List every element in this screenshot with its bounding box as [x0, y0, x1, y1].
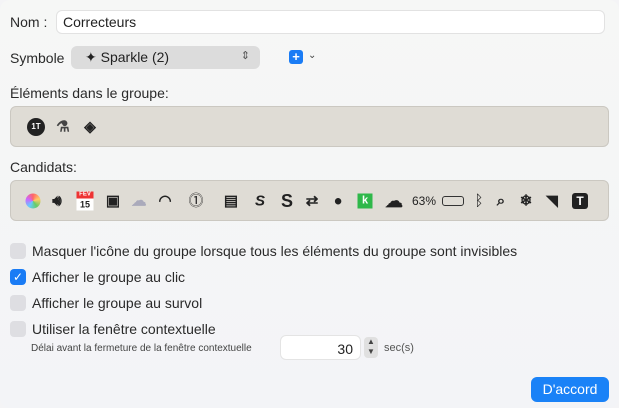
battery-percent[interactable]: 63%	[412, 195, 436, 207]
name-input[interactable]: Correcteurs	[56, 10, 605, 34]
tag-icon[interactable]: ◥	[546, 193, 558, 208]
s-bold-icon[interactable]: S	[281, 192, 293, 210]
cloud-check-icon[interactable]: ☁	[385, 192, 403, 210]
volume-icon[interactable]: 🔊︎	[52, 193, 61, 208]
wifi-icon[interactable]: ◠	[158, 193, 171, 208]
delay-unit: sec(s)	[384, 342, 414, 354]
info-pill-icon[interactable]: ⓵	[188, 193, 203, 208]
delay-stepper[interactable]: ▲ ▼	[364, 337, 378, 358]
battery-icon[interactable]	[442, 195, 464, 206]
option-label: Masquer l'icône du groupe lorsque tous l…	[32, 243, 518, 259]
1t-circle-icon[interactable]: 1T	[27, 117, 45, 136]
plus-square-icon[interactable]: +	[289, 50, 303, 64]
group-items-box[interactable]: 1T ⚗ ◈	[10, 106, 609, 147]
option-label: Afficher le groupe au survol	[32, 295, 203, 311]
menu-icon[interactable]: ▤	[224, 193, 238, 208]
calendar-icon[interactable]: FÉV 15	[76, 191, 94, 210]
option-label: Afficher le groupe au clic	[32, 269, 186, 285]
calendar-month: FÉV	[76, 191, 94, 198]
k-icon[interactable]: k	[357, 193, 373, 208]
delay-label: Délai avant la fermeture de la fenêtre c…	[31, 343, 252, 354]
bluetooth-icon[interactable]: ᛒ	[474, 193, 483, 208]
option-checkbox-use-popup[interactable]	[10, 321, 26, 337]
option-checkbox-show-on-hover[interactable]	[10, 295, 26, 311]
candidates-box[interactable]: 🔊︎ FÉV 15 ▣ ☁ ◠ ⓵ ▤ S S ⇄ ● k ☁ 63% ᛒ ⌕ …	[10, 180, 609, 221]
symbol-label: Symbole	[10, 50, 65, 66]
sparkle-icon: ✦	[85, 49, 97, 65]
colorsync-icon[interactable]	[25, 193, 41, 208]
option-checkbox-hide-icon[interactable]	[10, 243, 26, 259]
name-label: Nom :	[10, 14, 48, 30]
delay-input[interactable]: 30	[280, 335, 361, 360]
symbol-popup[interactable]: ✦ Sparkle (2) ⇕	[71, 46, 260, 69]
snowflake-icon[interactable]: ❄	[520, 193, 533, 208]
s-slanted-icon[interactable]: S	[255, 193, 265, 208]
symbol-value: Sparkle (2)	[100, 49, 170, 65]
option-checkbox-show-on-click[interactable]: ✓	[10, 269, 26, 285]
group-label: Éléments dans le groupe:	[10, 85, 169, 101]
leaf-icon[interactable]: ●	[333, 193, 342, 208]
contact-card-icon[interactable]: ▣	[106, 193, 120, 208]
t-square-icon[interactable]: T	[572, 192, 588, 209]
candidates-label: Candidats:	[10, 159, 77, 175]
rain-cloud-icon[interactable]: ☁	[132, 193, 147, 208]
option-label: Utiliser la fenêtre contextuelle	[32, 321, 216, 337]
chevron-down-icon[interactable]: ⌄	[308, 50, 316, 61]
search-icon[interactable]: ⌕	[497, 193, 505, 208]
group-settings-dialog: Nom : Correcteurs Symbole ✦ Sparkle (2) …	[0, 0, 619, 408]
chevron-updown-icon: ⇕	[240, 50, 250, 62]
diamond-icon[interactable]: ◈	[84, 119, 96, 134]
toggle-icon[interactable]: ⇄	[306, 193, 319, 208]
flask-icon[interactable]: ⚗	[56, 119, 69, 134]
ok-button[interactable]: D'accord	[531, 377, 609, 402]
calendar-day: 15	[79, 199, 90, 209]
